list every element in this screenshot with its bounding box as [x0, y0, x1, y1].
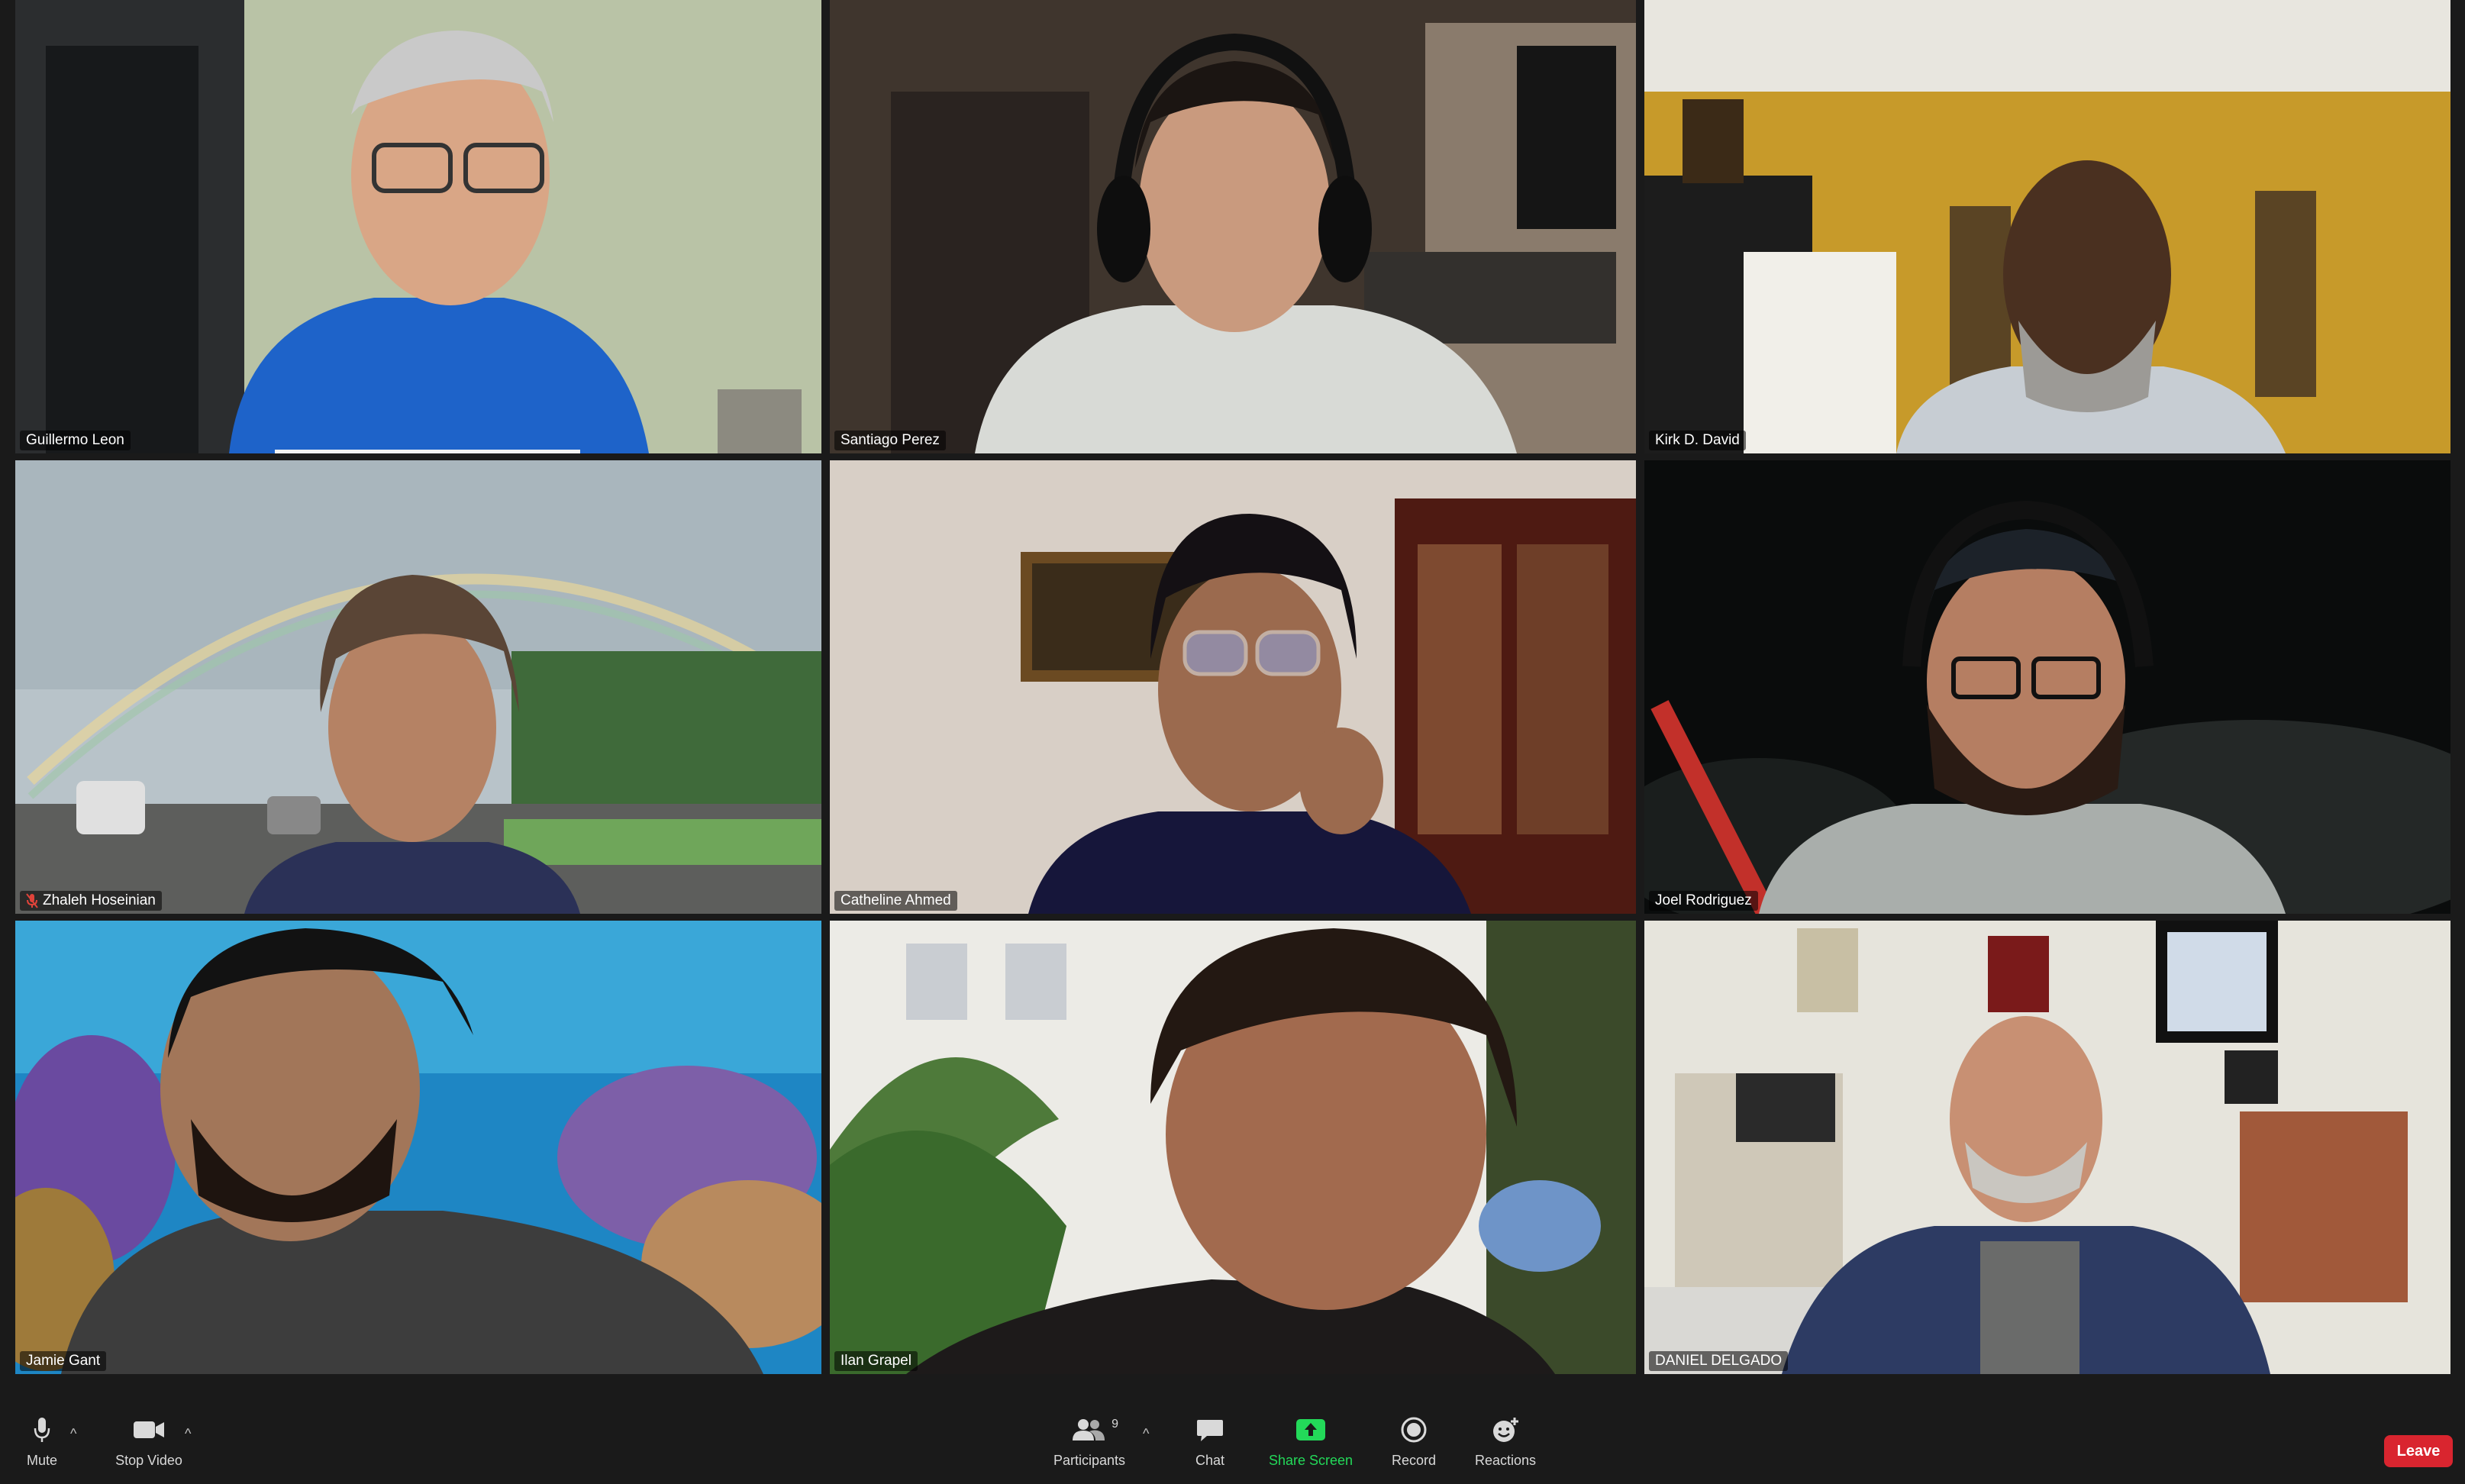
- video-camera-icon: [134, 1421, 164, 1438]
- gallery-view: Guillermo Leon Santiago Perez Kirk D. Da…: [15, 0, 2450, 1376]
- video-feed: [15, 921, 821, 1374]
- stop-video-button[interactable]: Stop Video: [107, 1399, 191, 1484]
- stop-video-label: Stop Video: [115, 1452, 182, 1468]
- video-tile-guillermo-leon[interactable]: Guillermo Leon: [15, 0, 821, 453]
- video-feed: [830, 460, 1636, 914]
- participant-name-tag: Guillermo Leon: [20, 431, 131, 450]
- record-button[interactable]: Record: [1383, 1399, 1444, 1484]
- video-feed: [830, 0, 1636, 453]
- meeting-controls-toolbar: Mute ^ Stop Video ^ 9 Participants ^ Cha…: [0, 1399, 2465, 1484]
- zoom-meeting-window: Guillermo Leon Santiago Perez Kirk D. Da…: [0, 0, 2465, 1484]
- share-screen-icon: [1296, 1418, 1325, 1440]
- video-feed: [1644, 0, 2450, 453]
- smiley-icon: [1493, 1417, 1518, 1442]
- speaking-indicator-bar: [275, 450, 580, 453]
- video-feed: [15, 460, 821, 914]
- participant-name-tag: Zhaleh Hoseinian: [20, 891, 162, 911]
- audio-options-caret-icon[interactable]: ^: [70, 1426, 76, 1442]
- video-tile-daniel-delgado[interactable]: DANIEL DELGADO: [1644, 921, 2450, 1374]
- reactions-label: Reactions: [1474, 1452, 1537, 1468]
- chat-bubble-icon: [1197, 1419, 1223, 1441]
- video-feed: [15, 0, 821, 453]
- video-tile-jamie-gant[interactable]: Jamie Gant: [15, 921, 821, 1374]
- chat-button[interactable]: Chat: [1183, 1399, 1237, 1484]
- participant-name-tag: Catheline Ahmed: [834, 891, 957, 911]
- participant-name-tag: Kirk D. David: [1649, 431, 1746, 450]
- video-tile-kirk-d-david[interactable]: Kirk D. David: [1644, 0, 2450, 453]
- muted-microphone-icon: [26, 893, 38, 908]
- video-feed: [1644, 921, 2450, 1374]
- participants-button[interactable]: 9 Participants: [1047, 1399, 1131, 1484]
- video-tile-ilan-grapel[interactable]: Ilan Grapel: [830, 921, 1636, 1374]
- participant-name-tag: Ilan Grapel: [834, 1351, 918, 1371]
- share-screen-label: Share Screen: [1268, 1452, 1353, 1468]
- record-label: Record: [1391, 1452, 1437, 1468]
- mute-label: Mute: [26, 1452, 58, 1468]
- video-tile-joel-rodriguez[interactable]: Joel Rodriguez: [1644, 460, 2450, 914]
- chat-label: Chat: [1195, 1452, 1225, 1468]
- microphone-icon: [34, 1417, 50, 1442]
- participants-count: 9: [1112, 1417, 1118, 1431]
- record-icon: [1401, 1417, 1427, 1442]
- video-tile-catheline-ahmed[interactable]: Catheline Ahmed: [830, 460, 1636, 914]
- participant-name-tag: Joel Rodriguez: [1649, 891, 1758, 911]
- participants-options-caret-icon[interactable]: ^: [1143, 1426, 1149, 1442]
- participant-name-tag: Jamie Gant: [20, 1351, 107, 1371]
- leave-meeting-button[interactable]: Leave: [2384, 1435, 2453, 1467]
- video-options-caret-icon[interactable]: ^: [185, 1426, 191, 1442]
- participants-label: Participants: [1053, 1452, 1126, 1468]
- mute-button[interactable]: Mute: [15, 1399, 69, 1484]
- share-screen-button[interactable]: Share Screen: [1261, 1399, 1360, 1484]
- video-tile-zhaleh-hoseinian[interactable]: Zhaleh Hoseinian: [15, 460, 821, 914]
- participant-name-tag: Santiago Perez: [834, 431, 946, 450]
- participant-name-tag: DANIEL DELGADO: [1649, 1351, 1789, 1371]
- video-feed: [1644, 460, 2450, 914]
- reactions-button[interactable]: Reactions: [1467, 1399, 1544, 1484]
- video-feed: [830, 921, 1636, 1374]
- video-tile-santiago-perez[interactable]: Santiago Perez: [830, 0, 1636, 453]
- people-icon: [1073, 1418, 1105, 1440]
